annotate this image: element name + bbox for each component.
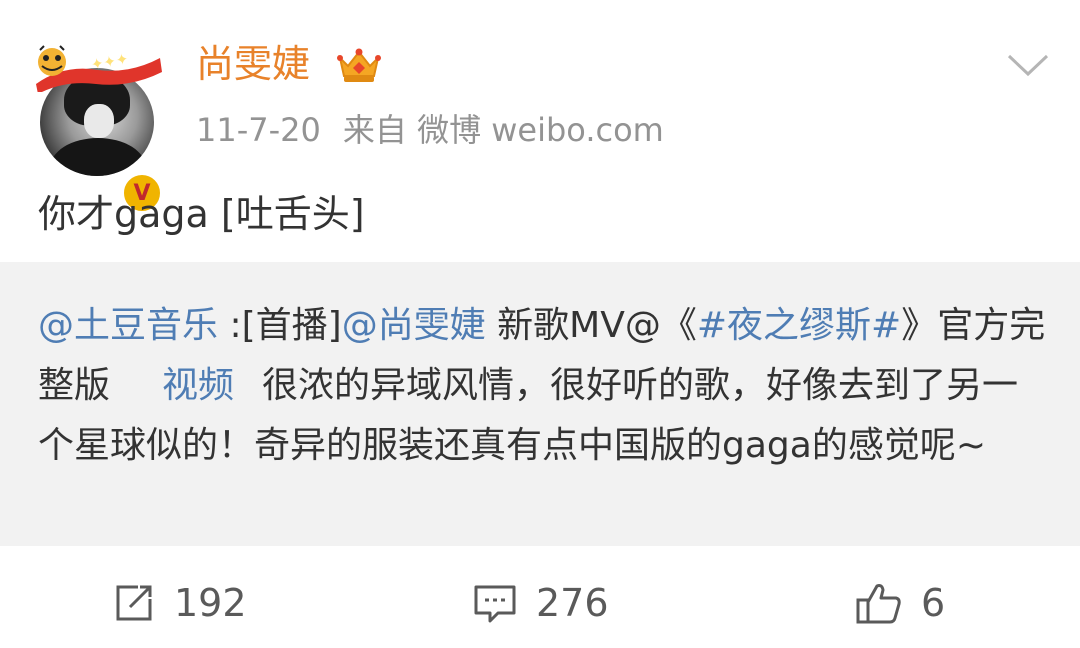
action-bar: 192 276 6	[0, 570, 1080, 636]
crown-icon[interactable]	[336, 44, 382, 84]
mention-author[interactable]: @尚雯婕	[342, 305, 486, 346]
share-icon	[116, 585, 152, 621]
comment-icon	[474, 585, 516, 623]
thumbs-up-icon	[856, 584, 901, 624]
repost-card[interactable]: @土豆音乐 :[首播]@尚雯婕 新歌MV@《#夜之缪斯#》官方完整版 视频 很浓的异…	[0, 262, 1080, 546]
video-link[interactable]: 视频	[162, 365, 234, 406]
post-meta: 11-7-20 来自 微博 weibo.com	[196, 108, 664, 152]
comment-button[interactable]: 276	[472, 570, 609, 636]
repost-button[interactable]: 192	[112, 570, 247, 636]
repost-text-part: :[首播]	[218, 305, 342, 346]
comment-count: 276	[536, 581, 609, 625]
post-text: 你才gaga [吐舌头]	[38, 192, 365, 236]
mention-tudou-music[interactable]: @土豆音乐	[38, 305, 218, 346]
chevron-down-icon[interactable]	[1006, 50, 1050, 80]
username[interactable]: 尚雯婕	[196, 38, 310, 90]
post-source[interactable]: 来自 微博 weibo.com	[343, 111, 664, 149]
repost-text-part: 新歌MV@《	[485, 305, 697, 346]
tiger-year-banner-icon: ✦✦✦	[36, 45, 162, 92]
like-count: 6	[921, 581, 946, 625]
like-button[interactable]: 6	[855, 570, 945, 636]
post-date: 11-7-20	[196, 111, 321, 149]
repost-count: 192	[174, 581, 247, 625]
avatar[interactable]: ✦✦✦ V	[36, 45, 163, 214]
repost-text: @土豆音乐 :[首播]@尚雯婕 新歌MV@《#夜之缪斯#》官方完整版 视频 很浓的异…	[38, 296, 1048, 476]
topic-link[interactable]: #夜之缪斯#	[697, 305, 901, 346]
